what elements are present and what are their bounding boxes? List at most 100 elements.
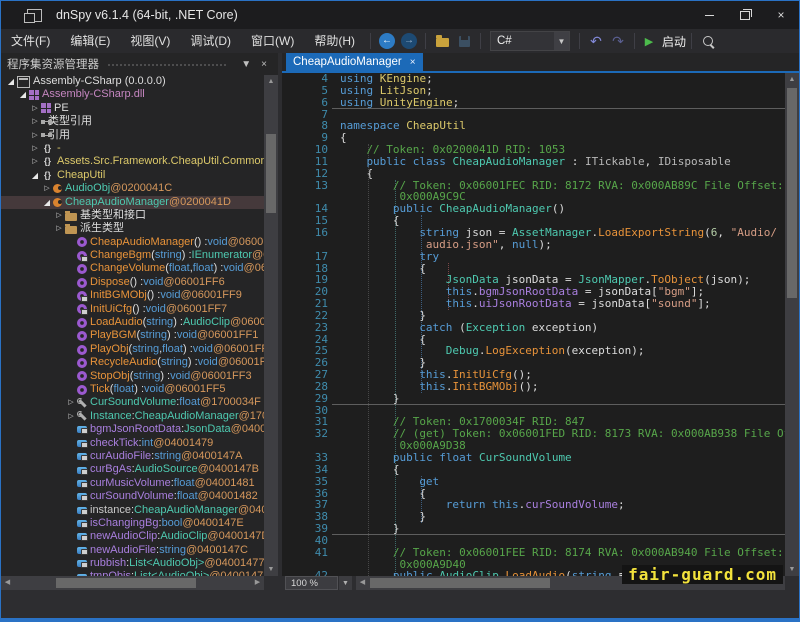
- expander-icon[interactable]: ▷: [29, 115, 41, 128]
- tree-row[interactable]: ▷PE: [1, 102, 278, 115]
- tree-row[interactable]: RecycleAudio(string) : void @06001FE: [1, 356, 278, 369]
- tree-row[interactable]: ◢Assembly-CSharp.dll: [1, 88, 278, 101]
- expander-icon[interactable]: ▷: [53, 222, 65, 235]
- code-text: }: [340, 393, 400, 405]
- tree-row[interactable]: Dispose() : void @06001FF6: [1, 276, 278, 289]
- menu-item-4[interactable]: 窗口(W): [241, 29, 304, 53]
- tree-row[interactable]: ◢{}CheapUtil: [1, 169, 278, 182]
- chevron-down-icon[interactable]: ▼: [236, 59, 256, 70]
- tree-row[interactable]: ▷CurSoundVolume : float @1700034F: [1, 396, 278, 409]
- minimize-button[interactable]: [691, 1, 727, 29]
- undo-button[interactable]: ↶: [587, 33, 605, 49]
- scrollbar-thumb[interactable]: [787, 88, 797, 298]
- panel-close-icon[interactable]: ×: [256, 59, 272, 70]
- menu-item-1[interactable]: 编辑(E): [60, 29, 120, 53]
- start-label[interactable]: 启动: [662, 33, 686, 50]
- tree-row[interactable]: curBgAs : AudioSource @0400147B: [1, 463, 278, 476]
- private-field-icon: [77, 480, 87, 487]
- tab-close-icon[interactable]: ×: [410, 57, 416, 68]
- tree-row[interactable]: rubbish : List<AudioObj> @04001477: [1, 557, 278, 570]
- expander-icon[interactable]: ▷: [29, 155, 41, 168]
- tree-row[interactable]: newAudioFile : string @0400147C: [1, 544, 278, 557]
- save-all-button[interactable]: [455, 33, 473, 49]
- tree-row[interactable]: ChangeBgm(string) : IEnumerator @0: [1, 249, 278, 262]
- tree-row[interactable]: ▷{}Assets.Src.Framework.CheapUtil.Common…: [1, 155, 278, 168]
- zoom-dropdown-icon[interactable]: ▼: [339, 576, 352, 590]
- language-combobox[interactable]: C# ▼: [490, 31, 570, 51]
- tree-row[interactable]: newAudioClip : AudioClip @0400147D: [1, 530, 278, 543]
- tree-row[interactable]: curSoundVolume : float @04001482: [1, 490, 278, 503]
- tree-row[interactable]: ◢Assembly-CSharp (0.0.0.0): [1, 75, 268, 88]
- expander-icon[interactable]: ◢: [5, 75, 17, 88]
- code-view[interactable]: 4using KEngine;5using LitJson;6using Uni…: [282, 73, 799, 576]
- expander-icon[interactable]: ▷: [29, 102, 41, 115]
- tree-row[interactable]: StopObj(string) : void @06001FF3: [1, 370, 278, 383]
- scroll-right-icon[interactable]: ▶: [251, 576, 264, 590]
- tree-row[interactable]: ▷派生类型: [1, 222, 278, 235]
- tree-row[interactable]: LoadAudio(string) : AudioClip @0600: [1, 316, 278, 329]
- search-button[interactable]: [699, 33, 717, 49]
- menu-item-3[interactable]: 调试(D): [180, 29, 241, 53]
- expander-icon[interactable]: ▷: [65, 410, 77, 423]
- menu-item-0[interactable]: 文件(F): [1, 29, 60, 53]
- tree-row[interactable]: ▷类型引用: [1, 115, 278, 128]
- tree-row[interactable]: curAudioFile : string @0400147A: [1, 450, 278, 463]
- tree-row[interactable]: isChangingBg : bool @0400147E: [1, 517, 278, 530]
- expander-icon[interactable]: ▷: [29, 142, 41, 155]
- tree-row[interactable]: PlayBGM(string) : void @06001FF1: [1, 329, 278, 342]
- expander-icon[interactable]: ▷: [53, 209, 65, 222]
- expander-icon[interactable]: ▷: [41, 182, 53, 195]
- header-dots: [107, 62, 228, 68]
- tree-row[interactable]: ▷引用: [1, 129, 278, 142]
- scroll-left-icon[interactable]: ◀: [356, 576, 369, 590]
- maximize-button[interactable]: [727, 1, 763, 29]
- scroll-down-icon[interactable]: ▼: [785, 563, 799, 576]
- scrollbar-thumb[interactable]: [56, 578, 196, 588]
- tree-row[interactable]: ▷AudioObj @0200041C: [1, 182, 278, 195]
- tree-row[interactable]: checkTick : int @04001479: [1, 437, 278, 450]
- line-number: 12: [288, 168, 328, 180]
- scroll-up-icon[interactable]: ▲: [264, 75, 278, 88]
- tree-row[interactable]: ChangeVolume(float, float) : void @06: [1, 262, 278, 275]
- start-debug-button[interactable]: ▶: [642, 33, 660, 49]
- tree-row[interactable]: InitBGMObj() : void @06001FF9: [1, 289, 278, 302]
- tree-row[interactable]: instance : CheapAudioManager @040: [1, 504, 278, 517]
- tree-row[interactable]: Tick(float) : void @06001FF5: [1, 383, 278, 396]
- tree-row[interactable]: InitUiCfg() : void @06001FF7: [1, 303, 278, 316]
- tree-row-text: @04001482: [198, 490, 258, 503]
- code-line: 26}: [282, 357, 799, 369]
- redo-button[interactable]: ↷: [609, 33, 627, 49]
- tree-row[interactable]: curMusicVolume : float @04001481: [1, 477, 278, 490]
- scrollbar-thumb[interactable]: [266, 134, 276, 213]
- sidebar-horizontal-scrollbar[interactable]: ◀ ▶: [1, 576, 264, 590]
- tree-row[interactable]: ▷Instance : CheapAudioManager @170: [1, 410, 278, 423]
- scroll-down-icon[interactable]: ▼: [264, 563, 278, 576]
- scrollbar-thumb[interactable]: [370, 578, 550, 588]
- zoom-level-box[interactable]: 100 %: [285, 576, 338, 590]
- navigate-forward-button[interactable]: →: [401, 33, 417, 49]
- sidebar-vertical-scrollbar[interactable]: ▲ ▼: [264, 75, 278, 576]
- tree-row[interactable]: PlayObj(string, float) : void @06001FF: [1, 343, 278, 356]
- open-file-button[interactable]: [433, 33, 451, 49]
- menu-item-5[interactable]: 帮助(H): [304, 29, 365, 53]
- expander-icon[interactable]: ▷: [65, 396, 77, 409]
- title-bar: dnSpy v6.1.4 (64-bit, .NET Core) ×: [1, 1, 799, 29]
- tree-row-selected[interactable]: ◢CheapAudioManager @0200041D: [1, 196, 278, 209]
- tree-row[interactable]: ▷基类型和接口: [1, 209, 278, 222]
- navigate-back-button[interactable]: ←: [379, 33, 395, 49]
- tree-row[interactable]: CheapAudioManager() : void @06001: [1, 236, 278, 249]
- tree-row[interactable]: bgmJsonRootData : JsonData @0400: [1, 423, 278, 436]
- expander-icon[interactable]: ▷: [29, 129, 41, 142]
- menu-item-2[interactable]: 视图(V): [120, 29, 180, 53]
- menu-bar: 文件(F)编辑(E)视图(V)调试(D)窗口(W)帮助(H): [1, 29, 365, 53]
- expander-icon[interactable]: ◢: [41, 196, 53, 209]
- expander-icon[interactable]: ◢: [29, 169, 41, 182]
- tree-row[interactable]: ▷{}-: [1, 142, 278, 155]
- expander-icon[interactable]: ◢: [17, 88, 29, 101]
- editor-vertical-scrollbar[interactable]: ▲ ▼: [785, 73, 799, 576]
- chevron-down-icon[interactable]: ▼: [554, 32, 569, 50]
- scroll-left-icon[interactable]: ◀: [1, 576, 14, 590]
- tab-cheapaudiomanager[interactable]: CheapAudioManager ×: [286, 53, 423, 71]
- scroll-up-icon[interactable]: ▲: [785, 73, 799, 86]
- close-button[interactable]: ×: [763, 1, 799, 29]
